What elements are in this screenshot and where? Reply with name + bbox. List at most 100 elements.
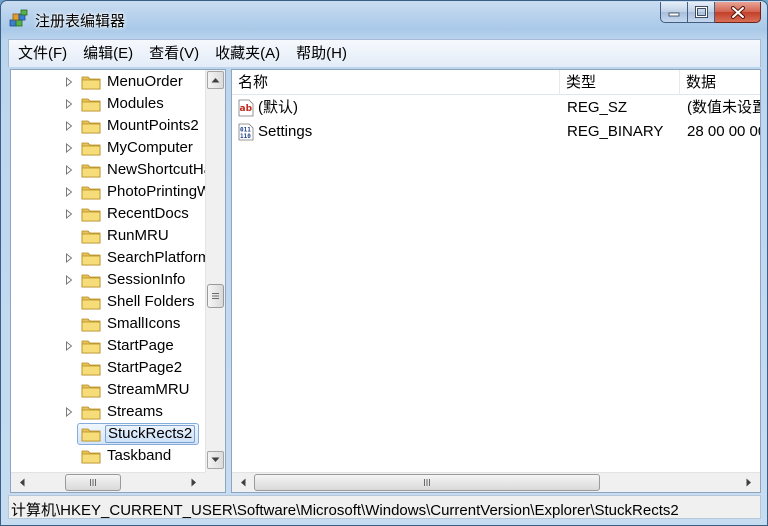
tree-item-label: MyComputer <box>107 139 193 156</box>
maximize-button[interactable] <box>688 2 715 23</box>
tree-item[interactable]: RunMRU <box>11 225 205 247</box>
window-title: 注册表编辑器 <box>35 13 126 30</box>
expand-arrow-icon[interactable] <box>65 143 73 153</box>
tree-item[interactable]: RecentDocs <box>11 203 205 225</box>
values-scroll-right-button[interactable] <box>740 474 758 491</box>
expand-arrow-icon[interactable] <box>65 187 73 197</box>
tree-item-label: StartPage2 <box>107 359 183 376</box>
tree-scroll-up-button[interactable] <box>207 71 224 89</box>
close-button[interactable] <box>715 2 761 23</box>
expand-arrow-icon[interactable] <box>65 99 73 109</box>
tree-item[interactable]: MountPoints2 <box>11 115 205 137</box>
maximize-icon <box>694 6 708 18</box>
expand-arrow-icon[interactable] <box>65 165 73 175</box>
minimize-button[interactable] <box>660 2 688 23</box>
folder-icon <box>81 230 101 244</box>
folder-icon <box>81 340 101 354</box>
folder-icon <box>81 164 101 178</box>
menu-edit[interactable]: 编辑(E) <box>76 40 140 68</box>
svg-text:110: 110 <box>240 133 251 140</box>
tree-item[interactable]: StuckRects2 <box>11 423 205 445</box>
tree-scroll-down-button[interactable] <box>207 451 224 469</box>
folder-icon <box>81 252 101 266</box>
column-header-type[interactable]: 类型 <box>560 70 680 95</box>
folder-icon <box>81 318 101 332</box>
key-tree: MenuOrder Modules MountPoints2 MyComputer Ne… <box>11 70 205 472</box>
tree-item[interactable]: SmallIcons <box>11 313 205 335</box>
key-tree-pane: MenuOrder Modules MountPoints2 MyComputer Ne… <box>10 69 226 493</box>
value-name: Settings <box>258 123 313 140</box>
expand-arrow-icon[interactable] <box>65 407 73 417</box>
tree-scroll-thumb[interactable] <box>207 284 224 308</box>
value-data: 28 00 00 00 ff ff ff ff <box>687 123 760 140</box>
expand-arrow-icon[interactable] <box>65 209 73 219</box>
regedit-window: 注册表编辑器 文件(F) 编辑(E) 查看(V) 收藏夹(A) 帮助(H) Me… <box>0 0 768 526</box>
tree-vertical-scrollbar[interactable] <box>205 70 225 472</box>
scrollbar-corner <box>205 472 225 492</box>
value-row[interactable]: 011 110 Settings REG_BINARY 28 00 00 00 … <box>232 120 760 144</box>
value-row[interactable]: ab (默认) REG_SZ (数值未设置) <box>232 96 760 120</box>
tree-item-label: SearchPlatform <box>107 249 205 266</box>
tree-scroll-right-button[interactable] <box>185 474 203 491</box>
menu-view[interactable]: 查看(V) <box>142 40 206 68</box>
folder-icon <box>81 76 101 90</box>
tree-item[interactable]: StartPage <box>11 335 205 357</box>
regedit-app-icon <box>9 9 28 27</box>
values-pane: 名称 类型 数据 ab (默认) REG_SZ (数值未设置) 011 110 … <box>231 69 761 493</box>
values-scroll-left-button[interactable] <box>234 474 252 491</box>
folder-icon <box>81 296 101 310</box>
expand-arrow-icon[interactable] <box>65 275 73 285</box>
tree-item-label: MountPoints2 <box>107 117 199 134</box>
menu-bar: 文件(F) 编辑(E) 查看(V) 收藏夹(A) 帮助(H) <box>8 39 761 67</box>
tree-item[interactable]: MenuOrder <box>11 71 205 93</box>
grip-icon <box>90 479 96 486</box>
tree-item-label: StreamMRU <box>107 381 190 398</box>
column-header-data[interactable]: 数据 <box>680 70 760 95</box>
tree-item[interactable]: NewShortcutHandlers <box>11 159 205 181</box>
tree-horizontal-scrollbar[interactable] <box>11 472 205 492</box>
tree-item[interactable]: StreamMRU <box>11 379 205 401</box>
expand-arrow-icon[interactable] <box>65 253 73 263</box>
tree-item-label: RecentDocs <box>107 205 189 222</box>
grip-icon <box>424 479 430 486</box>
tree-item[interactable]: Shell Folders <box>11 291 205 313</box>
status-path: 计算机\HKEY_CURRENT_USER\Software\Microsoft… <box>11 502 679 519</box>
tree-item-label: SmallIcons <box>107 315 181 332</box>
tree-item[interactable]: SessionInfo <box>11 269 205 291</box>
arrow-up-icon <box>211 78 220 83</box>
folder-icon <box>81 450 101 464</box>
tree-hscroll-thumb[interactable] <box>65 474 121 491</box>
folder-icon <box>81 208 101 222</box>
expand-arrow-icon[interactable] <box>65 341 73 351</box>
tree-item[interactable]: PhotoPrintingWizard <box>11 181 205 203</box>
expand-arrow-icon[interactable] <box>65 121 73 131</box>
tree-item-label: NewShortcutHandlers <box>107 161 205 178</box>
tree-scroll-left-button[interactable] <box>13 474 31 491</box>
arrow-left-icon <box>20 478 25 487</box>
folder-icon <box>81 142 101 156</box>
tree-item-label: Taskband <box>107 447 172 464</box>
tree-item-label: MenuOrder <box>107 73 183 90</box>
binary-value-icon: 011 110 <box>238 123 254 141</box>
arrow-left-icon <box>241 478 246 487</box>
tree-item-label: RunMRU <box>107 227 169 244</box>
expand-arrow-icon[interactable] <box>65 77 73 87</box>
tree-item-label: StuckRects2 <box>105 425 196 443</box>
tree-item[interactable]: SearchPlatform <box>11 247 205 269</box>
menu-help[interactable]: 帮助(H) <box>289 40 354 68</box>
menu-file[interactable]: 文件(F) <box>11 40 74 68</box>
tree-item[interactable]: Modules <box>11 93 205 115</box>
tree-item[interactable]: MyComputer <box>11 137 205 159</box>
tree-item[interactable]: Streams <box>11 401 205 423</box>
tree-item-label: PhotoPrintingWizard <box>107 183 205 200</box>
menu-favorites[interactable]: 收藏夹(A) <box>208 40 287 68</box>
tree-item[interactable]: StartPage2 <box>11 357 205 379</box>
column-header-name[interactable]: 名称 <box>232 70 560 95</box>
tree-item[interactable]: Taskband <box>11 445 205 467</box>
values-hscroll-thumb[interactable] <box>254 474 600 491</box>
folder-icon <box>81 186 101 200</box>
value-name: (默认) <box>258 99 298 116</box>
values-horizontal-scrollbar[interactable] <box>232 472 760 492</box>
title-bar[interactable]: 注册表编辑器 <box>1 1 767 37</box>
arrow-down-icon <box>211 457 220 462</box>
